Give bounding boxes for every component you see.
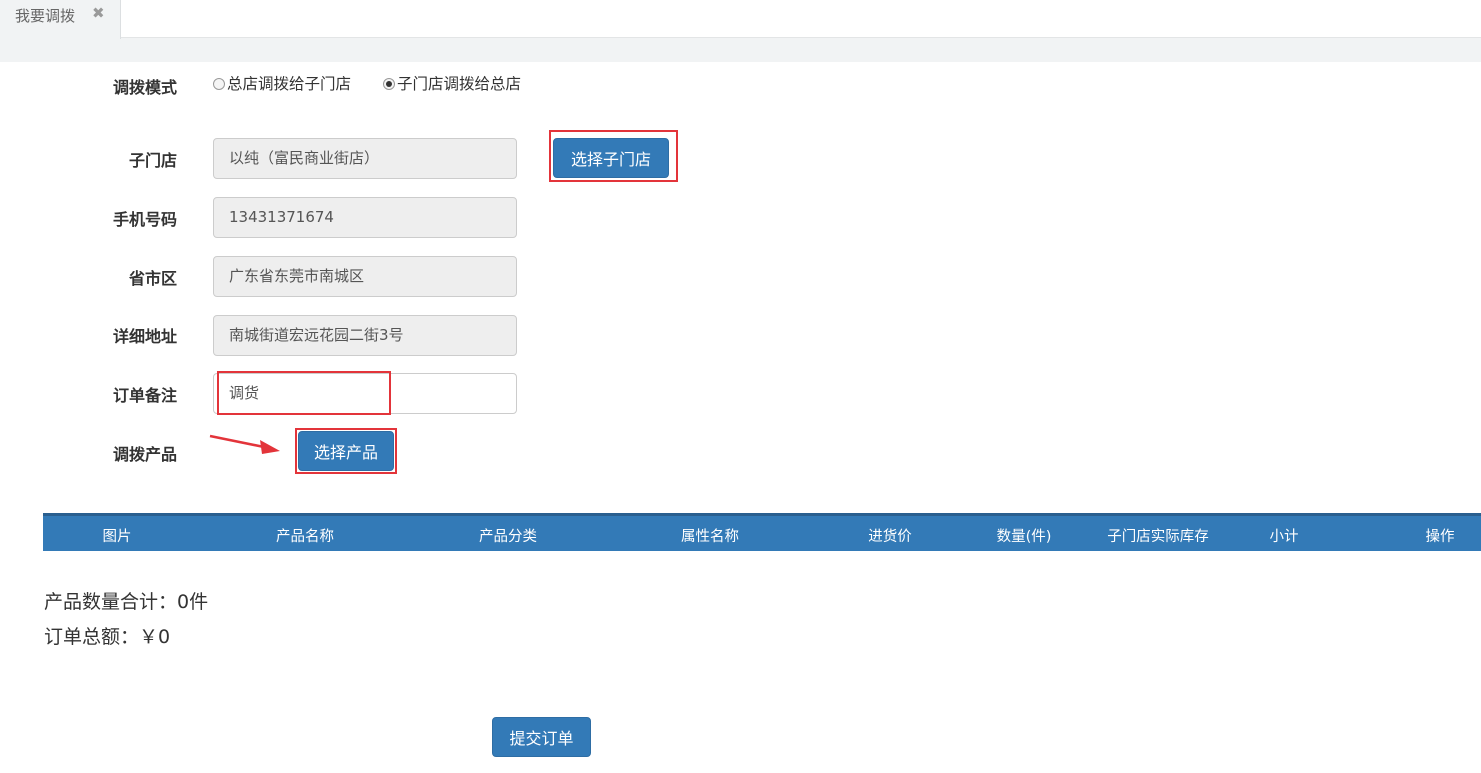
column-header: 操作 (1425, 529, 1455, 545)
tab-bar: 我要调拨 ✖ (0, 0, 1481, 62)
select-store-button[interactable]: 选择子门店 (553, 138, 669, 178)
phone-label: 手机号码 (112, 210, 177, 229)
tab-strip (0, 0, 1481, 38)
address-field[interactable]: 南城街道宏远花园二街3号 (213, 315, 517, 356)
products-label: 调拨产品 (112, 445, 177, 464)
store-field[interactable]: 以纯（富民商业街店） (213, 138, 517, 179)
note-label: 订单备注 (112, 386, 177, 405)
note-input[interactable]: 调货 (213, 373, 517, 414)
column-header: 产品名称 (276, 529, 334, 545)
product-table-header: 图片 产品名称 产品分类 属性名称 进货价 数量(件) 子门店实际库存 小计 操… (43, 513, 1481, 551)
total-summary: 订单总额：￥0 (44, 626, 171, 648)
radio-store-to-hq[interactable]: 子门店调拨给总店 (383, 73, 523, 96)
close-icon[interactable]: ✖ (92, 4, 105, 22)
radio-circle-icon[interactable] (213, 78, 225, 90)
radio-circle-checked-icon[interactable] (383, 78, 395, 90)
tab-title: 我要调拨 (15, 7, 76, 25)
column-header: 数量(件) (996, 529, 1052, 545)
mode-label: 调拨模式 (112, 78, 177, 97)
arrow-icon (209, 434, 280, 454)
radio-hq-to-store[interactable]: 总店调拨给子门店 (213, 73, 353, 96)
column-header: 图片 (102, 529, 132, 545)
store-label: 子门店 (128, 151, 177, 170)
quantity-summary: 产品数量合计：0件 (44, 591, 209, 613)
region-field[interactable]: 广东省东莞市南城区 (213, 256, 517, 297)
column-header: 产品分类 (479, 529, 537, 545)
column-header: 进货价 (868, 529, 912, 545)
address-label: 详细地址 (112, 327, 177, 346)
phone-field[interactable]: 13431371674 (213, 197, 517, 238)
column-header: 子门店实际库存 (1107, 529, 1209, 545)
radio-label: 总店调拨给子门店 (227, 75, 352, 93)
region-label: 省市区 (128, 269, 177, 288)
select-product-button[interactable]: 选择产品 (298, 431, 394, 471)
submit-order-button[interactable]: 提交订单 (492, 717, 591, 757)
column-header: 属性名称 (681, 529, 739, 545)
column-header: 小计 (1269, 529, 1299, 545)
radio-label: 子门店调拨给总店 (397, 75, 522, 93)
tab-transfer[interactable]: 我要调拨 ✖ (0, 0, 121, 39)
